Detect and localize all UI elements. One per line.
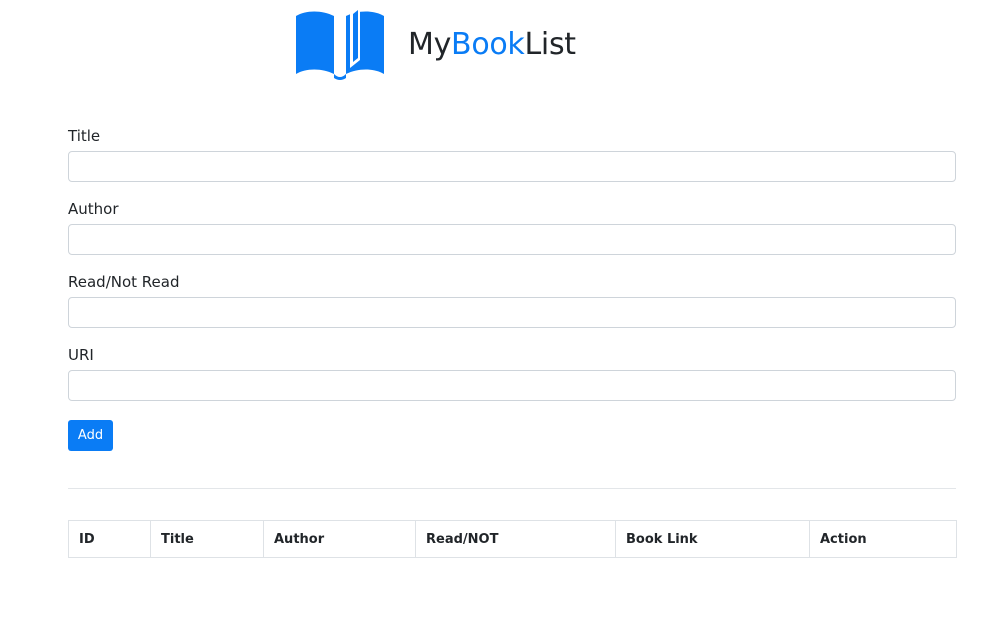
books-table: ID Title Author Read/NOT Book Link Actio… bbox=[68, 520, 957, 558]
brand-name-list: List bbox=[524, 27, 577, 62]
title-field-group: Title bbox=[68, 126, 956, 182]
uri-label: URI bbox=[68, 346, 94, 364]
brand-header: MyBookList bbox=[296, 0, 576, 80]
author-label: Author bbox=[68, 200, 119, 218]
column-header-book-link: Book Link bbox=[615, 520, 810, 558]
add-button[interactable]: Add bbox=[68, 420, 113, 451]
title-label: Title bbox=[68, 127, 101, 145]
read-status-label: Read/Not Read bbox=[68, 273, 180, 291]
read-status-input[interactable] bbox=[68, 297, 956, 328]
author-field-group: Author bbox=[68, 199, 956, 255]
author-input[interactable] bbox=[68, 224, 956, 255]
column-header-id: ID bbox=[68, 520, 151, 558]
column-header-read-status: Read/NOT bbox=[415, 520, 616, 558]
column-header-title: Title bbox=[150, 520, 264, 558]
uri-input[interactable] bbox=[68, 370, 956, 401]
column-header-author: Author bbox=[263, 520, 416, 558]
column-header-action: Action bbox=[809, 520, 957, 558]
title-input[interactable] bbox=[68, 151, 956, 182]
table-header-row: ID Title Author Read/NOT Book Link Actio… bbox=[68, 520, 957, 558]
open-book-icon bbox=[296, 6, 384, 80]
brand-name: MyBookList bbox=[408, 30, 576, 60]
read-status-field-group: Read/Not Read bbox=[68, 272, 956, 328]
add-book-form: Title Author Read/Not Read URI Add bbox=[68, 126, 956, 451]
page: MyBookList Title Author Read/Not Read UR… bbox=[0, 0, 999, 618]
brand-name-book: Book bbox=[451, 27, 525, 62]
divider bbox=[68, 488, 956, 489]
uri-field-group: URI bbox=[68, 345, 956, 401]
brand-name-my: My bbox=[408, 27, 452, 62]
